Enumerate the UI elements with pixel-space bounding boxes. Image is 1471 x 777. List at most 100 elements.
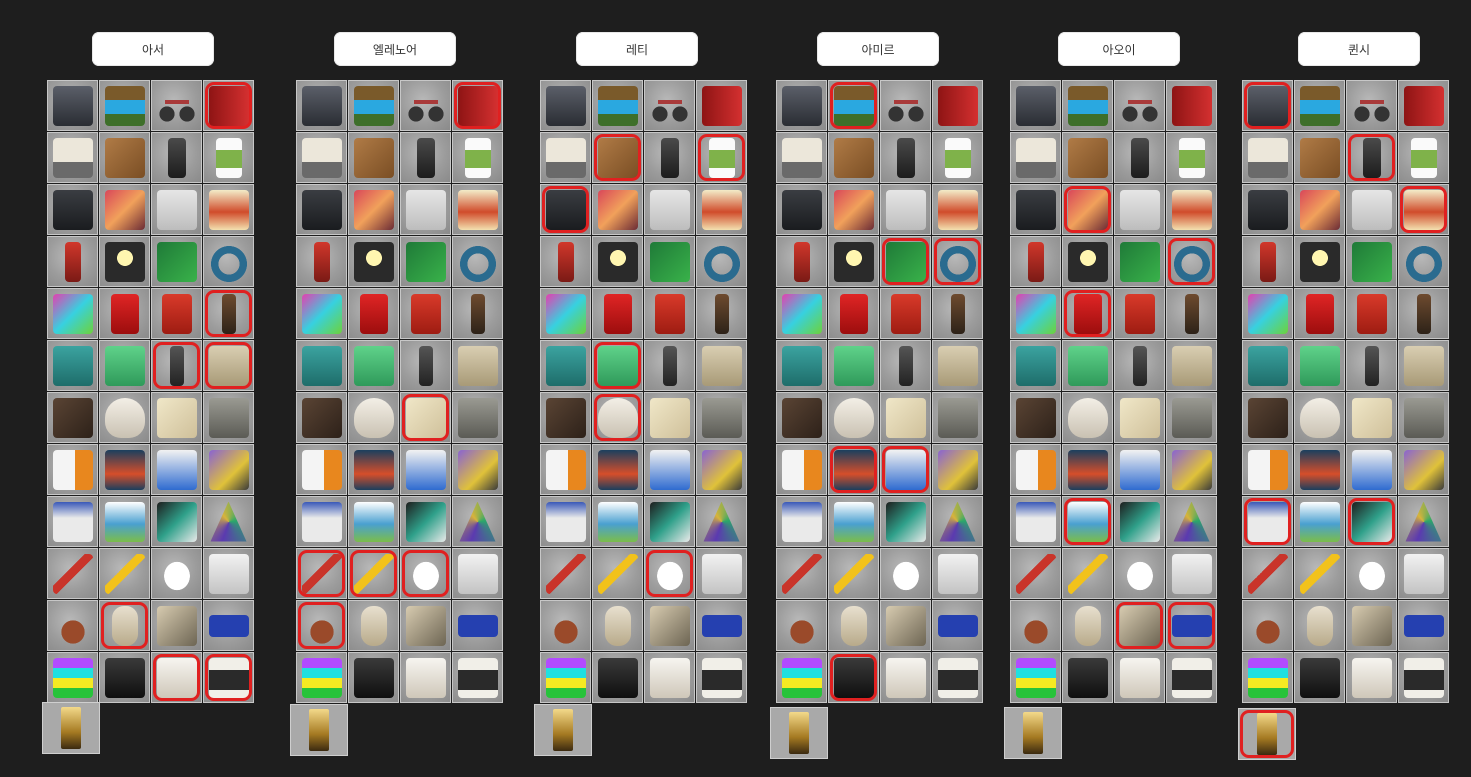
item-tile[interactable] [880, 548, 931, 599]
item-tile[interactable] [1398, 392, 1449, 443]
item-tile[interactable] [151, 548, 202, 599]
item-tile[interactable] [348, 132, 399, 183]
item-tile[interactable] [1242, 652, 1293, 703]
item-tile[interactable] [47, 184, 98, 235]
item-tile[interactable] [828, 184, 879, 235]
item-tile[interactable] [1062, 132, 1113, 183]
item-tile[interactable] [592, 392, 643, 443]
item-tile[interactable] [1346, 496, 1397, 547]
item-tile[interactable] [1242, 236, 1293, 287]
item-tile[interactable] [1242, 184, 1293, 235]
item-tile[interactable] [296, 652, 347, 703]
item-tile[interactable] [203, 80, 254, 131]
item-tile[interactable] [296, 444, 347, 495]
item-tile[interactable] [151, 288, 202, 339]
item-tile[interactable] [828, 444, 879, 495]
item-tile[interactable] [540, 392, 591, 443]
item-tile[interactable] [296, 132, 347, 183]
item-tile[interactable] [348, 548, 399, 599]
item-tile[interactable] [592, 80, 643, 131]
item-tile[interactable] [1010, 444, 1061, 495]
item-tile[interactable] [540, 184, 591, 235]
item-tile[interactable] [348, 288, 399, 339]
item-tile[interactable] [348, 392, 399, 443]
extra-item-tile[interactable] [770, 707, 828, 759]
item-tile[interactable] [1346, 652, 1397, 703]
item-tile[interactable] [1294, 496, 1345, 547]
item-tile[interactable] [1398, 548, 1449, 599]
item-tile[interactable] [1346, 600, 1397, 651]
item-tile[interactable] [151, 444, 202, 495]
item-tile[interactable] [1010, 340, 1061, 391]
item-tile[interactable] [1346, 392, 1397, 443]
item-tile[interactable] [47, 652, 98, 703]
item-tile[interactable] [400, 392, 451, 443]
item-tile[interactable] [932, 600, 983, 651]
item-tile[interactable] [151, 496, 202, 547]
item-tile[interactable] [1010, 652, 1061, 703]
item-tile[interactable] [1346, 80, 1397, 131]
item-tile[interactable] [1166, 444, 1217, 495]
item-tile[interactable] [880, 652, 931, 703]
item-tile[interactable] [1062, 548, 1113, 599]
item-tile[interactable] [348, 80, 399, 131]
item-tile[interactable] [592, 548, 643, 599]
item-tile[interactable] [1114, 236, 1165, 287]
item-tile[interactable] [47, 548, 98, 599]
item-tile[interactable] [880, 496, 931, 547]
item-tile[interactable] [1242, 392, 1293, 443]
item-tile[interactable] [540, 340, 591, 391]
item-tile[interactable] [932, 80, 983, 131]
item-tile[interactable] [540, 600, 591, 651]
item-tile[interactable] [1114, 652, 1165, 703]
item-tile[interactable] [203, 496, 254, 547]
item-tile[interactable] [932, 652, 983, 703]
item-tile[interactable] [1114, 496, 1165, 547]
item-tile[interactable] [1010, 548, 1061, 599]
item-tile[interactable] [644, 340, 695, 391]
item-tile[interactable] [1166, 184, 1217, 235]
item-tile[interactable] [932, 132, 983, 183]
item-tile[interactable] [592, 444, 643, 495]
item-tile[interactable] [776, 184, 827, 235]
item-tile[interactable] [776, 548, 827, 599]
item-tile[interactable] [1398, 236, 1449, 287]
item-tile[interactable] [1114, 444, 1165, 495]
item-tile[interactable] [1398, 288, 1449, 339]
item-tile[interactable] [1346, 444, 1397, 495]
item-tile[interactable] [452, 80, 503, 131]
item-tile[interactable] [932, 444, 983, 495]
item-tile[interactable] [296, 392, 347, 443]
item-tile[interactable] [452, 236, 503, 287]
item-tile[interactable] [644, 652, 695, 703]
item-tile[interactable] [1242, 132, 1293, 183]
item-tile[interactable] [348, 496, 399, 547]
item-tile[interactable] [400, 236, 451, 287]
item-tile[interactable] [776, 496, 827, 547]
item-tile[interactable] [99, 392, 150, 443]
item-tile[interactable] [1062, 652, 1113, 703]
item-tile[interactable] [776, 340, 827, 391]
item-tile[interactable] [932, 496, 983, 547]
item-tile[interactable] [880, 80, 931, 131]
item-tile[interactable] [540, 132, 591, 183]
item-tile[interactable] [1114, 184, 1165, 235]
item-tile[interactable] [1294, 236, 1345, 287]
item-tile[interactable] [644, 600, 695, 651]
item-tile[interactable] [696, 288, 747, 339]
item-tile[interactable] [348, 236, 399, 287]
item-tile[interactable] [1346, 548, 1397, 599]
item-tile[interactable] [151, 80, 202, 131]
item-tile[interactable] [540, 80, 591, 131]
item-tile[interactable] [151, 600, 202, 651]
item-tile[interactable] [592, 600, 643, 651]
item-tile[interactable] [828, 288, 879, 339]
item-tile[interactable] [880, 444, 931, 495]
item-tile[interactable] [880, 236, 931, 287]
item-tile[interactable] [880, 288, 931, 339]
item-tile[interactable] [828, 340, 879, 391]
item-tile[interactable] [828, 392, 879, 443]
item-tile[interactable] [99, 288, 150, 339]
item-tile[interactable] [296, 548, 347, 599]
item-tile[interactable] [47, 236, 98, 287]
